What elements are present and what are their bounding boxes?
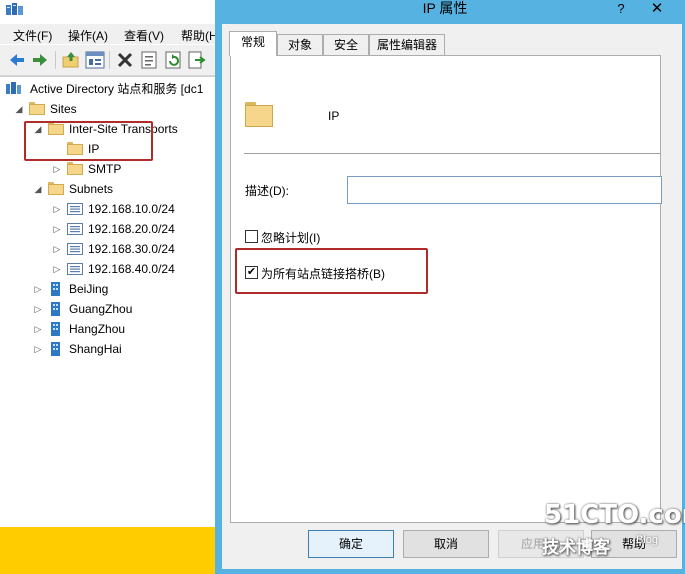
export-list-icon[interactable]	[187, 50, 207, 70]
tree-node-label: ShangHai	[69, 342, 122, 356]
subnet-icon	[67, 263, 83, 275]
tab-security[interactable]: 安全	[323, 34, 369, 55]
highlight-box-bridge-option	[235, 248, 428, 294]
object-name: IP	[328, 109, 340, 123]
expanded-arrow-icon[interactable]: ◢	[33, 179, 43, 199]
site-icon	[51, 342, 60, 356]
close-button[interactable]: ✕	[633, 0, 681, 18]
collapsed-arrow-icon[interactable]: ▷	[52, 239, 62, 259]
folder-icon	[67, 162, 83, 176]
collapsed-arrow-icon[interactable]: ▷	[52, 259, 62, 279]
tree-node-label: 192.168.30.0/24	[88, 242, 175, 256]
tree-node-label: 192.168.10.0/24	[88, 202, 175, 216]
collapsed-arrow-icon[interactable]: ▷	[33, 339, 43, 359]
site-icon	[51, 322, 60, 336]
console-tree: Active Directory 站点和服务 [dc1 ◢ Sites ◢ In…	[0, 76, 215, 497]
help-button[interactable]: 帮助	[591, 530, 677, 558]
tab-object[interactable]: 对象	[277, 34, 323, 55]
folder-icon	[245, 102, 275, 128]
subnet-icon	[67, 223, 83, 235]
divider	[244, 153, 661, 154]
toolbar-separator	[55, 51, 56, 69]
collapsed-arrow-icon[interactable]: ▷	[33, 299, 43, 319]
tree-node-label: GuangZhou	[69, 302, 133, 316]
refresh-icon[interactable]	[163, 50, 183, 70]
cancel-button[interactable]: 取消	[403, 530, 489, 558]
site-icon	[51, 302, 60, 316]
tree-node-label: Active Directory 站点和服务 [dc1	[30, 82, 204, 96]
up-folder-icon[interactable]	[61, 50, 81, 70]
tree-node-label: BeiJing	[69, 282, 109, 296]
ad-sites-app-icon	[6, 3, 23, 15]
ad-sites-icon	[6, 82, 21, 94]
dialog-title: IP 属性	[422, 0, 468, 16]
tree-node-label: 192.168.40.0/24	[88, 262, 175, 276]
folder-icon	[29, 102, 45, 116]
expanded-arrow-icon[interactable]: ◢	[14, 99, 24, 119]
folder-icon	[48, 182, 64, 196]
back-arrow-icon[interactable]	[7, 50, 27, 70]
forward-arrow-icon[interactable]	[30, 50, 50, 70]
description-input[interactable]	[347, 176, 662, 204]
description-label: 描述(D):	[245, 184, 289, 198]
ok-button[interactable]: 确定	[308, 530, 394, 558]
mmc-menu-bar: 文件(F) 操作(A) 查看(V) 帮助(H	[0, 24, 218, 44]
menu-file[interactable]: 文件(F)	[13, 27, 52, 44]
apply-button[interactable]: 应用(A)	[498, 530, 584, 558]
mmc-toolbar	[0, 45, 218, 76]
title-help-button[interactable]: ?	[609, 0, 633, 18]
tree-node-label: 192.168.20.0/24	[88, 222, 175, 236]
tree-node-label: Sites	[50, 102, 77, 116]
collapsed-arrow-icon[interactable]: ▷	[33, 319, 43, 339]
dialog-client-area: 常规 对象 安全 属性编辑器 IP 描述(D): 忽略计划(I) ✔ 为所有站点…	[222, 24, 682, 569]
mmc-title-bar	[0, 0, 218, 22]
tab-general[interactable]: 常规	[229, 31, 277, 56]
subnet-icon	[67, 203, 83, 215]
menu-help[interactable]: 帮助(H	[181, 27, 218, 44]
menu-action[interactable]: 操作(A)	[68, 27, 108, 44]
ignore-schedules-label: 忽略计划(I)	[261, 231, 321, 245]
highlight-box-ip-node	[24, 121, 153, 161]
delete-icon[interactable]	[115, 50, 135, 70]
ip-properties-dialog: IP 属性 ? ✕ 常规 对象 安全 属性编辑器 IP 描述(D): 忽略计划(…	[215, 0, 685, 574]
collapsed-arrow-icon[interactable]: ▷	[52, 219, 62, 239]
menu-view[interactable]: 查看(V)	[124, 27, 164, 44]
tab-attribute-editor[interactable]: 属性编辑器	[369, 34, 445, 55]
collapsed-arrow-icon[interactable]: ▷	[52, 199, 62, 219]
tree-node-label: Subnets	[69, 182, 114, 196]
taskbar-strip	[0, 527, 218, 574]
ignore-schedules-checkbox[interactable]	[245, 230, 258, 243]
collapsed-arrow-icon[interactable]: ▷	[33, 279, 43, 299]
subnet-icon	[67, 243, 83, 255]
tree-node-label: SMTP	[88, 162, 122, 176]
general-tab-panel: IP 描述(D): 忽略计划(I) ✔ 为所有站点链接搭桥(B)	[230, 55, 662, 523]
toolbar-separator	[109, 51, 110, 69]
site-icon	[51, 282, 60, 296]
show-hide-tree-icon[interactable]	[85, 50, 105, 70]
mmc-window: 文件(F) 操作(A) 查看(V) 帮助(H Active Directory …	[0, 0, 218, 574]
collapsed-arrow-icon[interactable]: ▷	[52, 159, 62, 179]
tree-node-label: HangZhou	[69, 322, 126, 336]
properties-icon[interactable]	[139, 50, 159, 70]
